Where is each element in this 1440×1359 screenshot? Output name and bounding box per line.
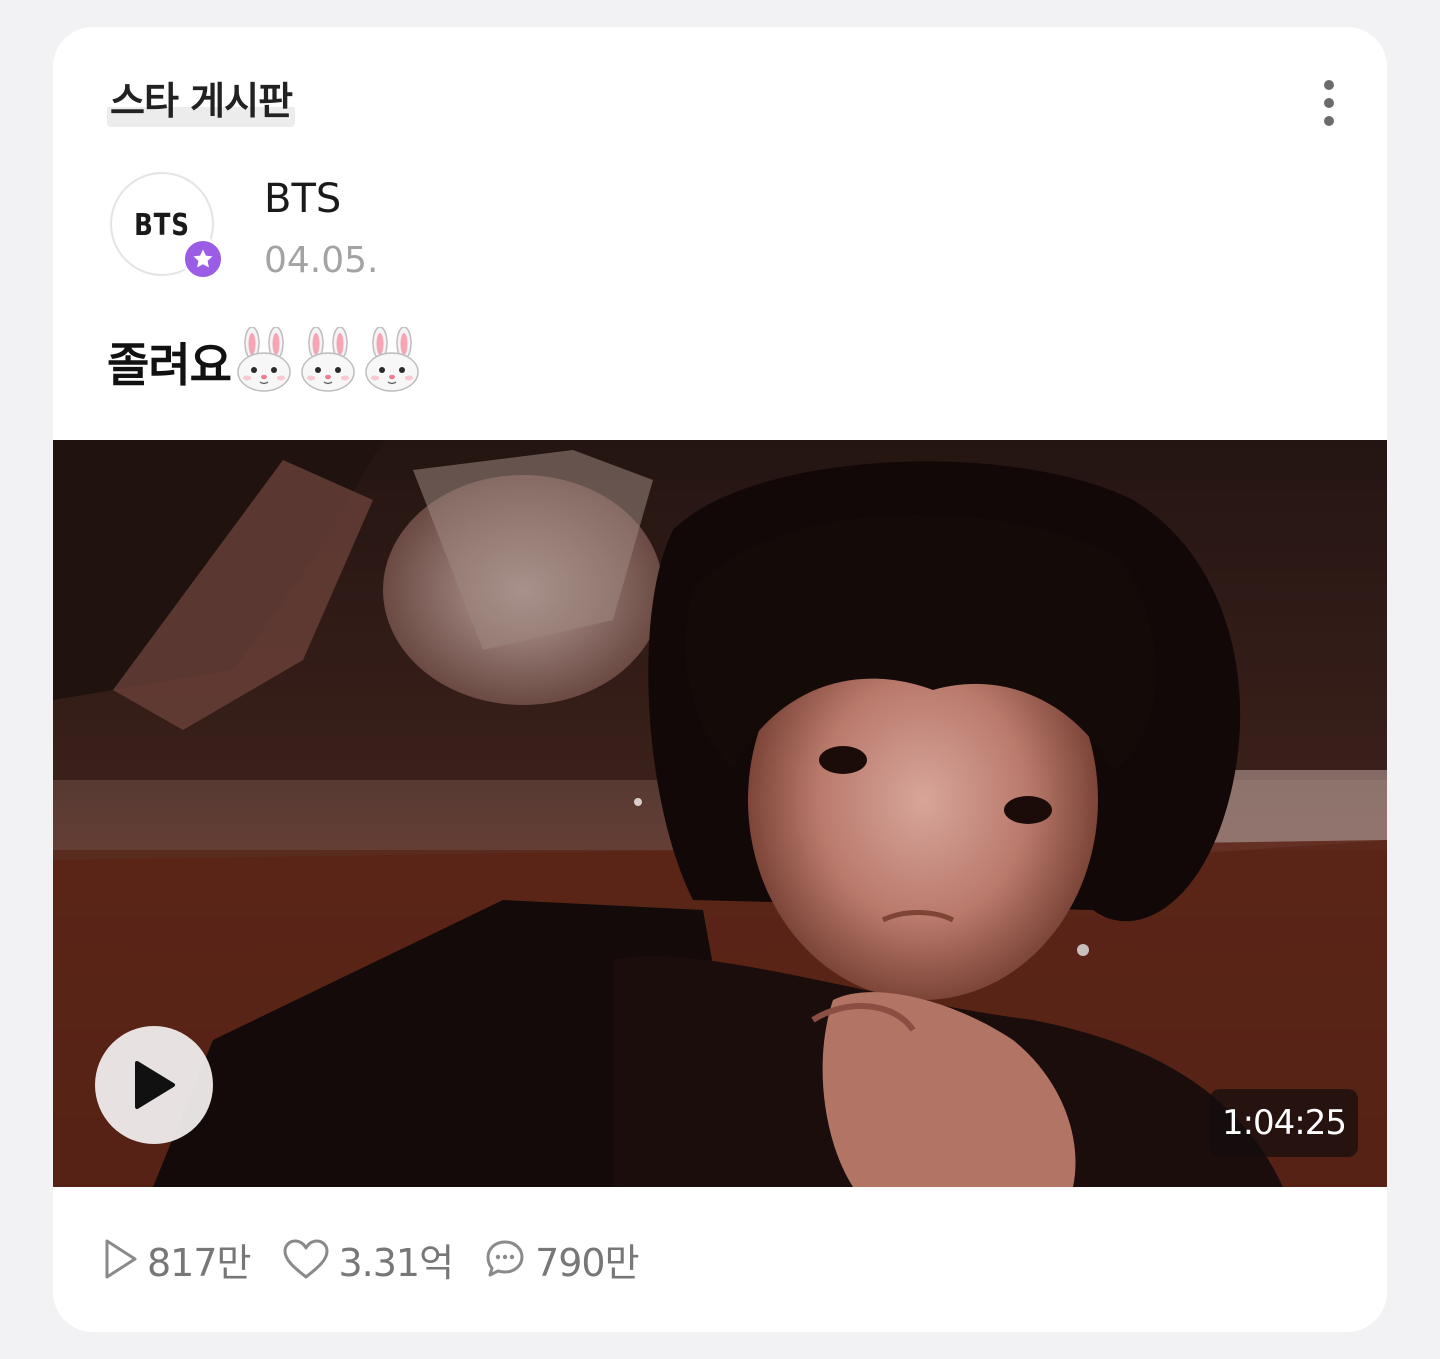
post-card: 스타 게시판 BTS BTS 04.05. 졸려요 1:04:25 817만 3… bbox=[53, 27, 1387, 1332]
post-date: 04.05. bbox=[264, 240, 379, 281]
play-outline-icon bbox=[105, 1239, 137, 1279]
rabbit-face-icon bbox=[237, 327, 291, 392]
rabbit-face-icon bbox=[365, 327, 419, 392]
play-icon bbox=[135, 1061, 175, 1109]
author-name[interactable]: BTS bbox=[264, 175, 341, 223]
comment-count-stat[interactable]: 790만 bbox=[483, 1232, 640, 1287]
comment-count: 790만 bbox=[535, 1240, 639, 1285]
more-dot-icon bbox=[1324, 98, 1334, 108]
star-icon bbox=[193, 249, 213, 268]
video-player[interactable]: 1:04:25 bbox=[53, 440, 1387, 1187]
video-thumbnail bbox=[53, 440, 1387, 1187]
star-badge bbox=[182, 238, 224, 280]
post-text: 졸려요 bbox=[107, 338, 232, 392]
post-body[interactable]: 졸려요 bbox=[107, 327, 423, 397]
like-count: 3.31억 bbox=[338, 1240, 455, 1285]
post-stats: 817만 3.31억 790만 bbox=[103, 1227, 669, 1291]
heart-icon bbox=[283, 1239, 328, 1279]
more-options-button[interactable] bbox=[1309, 75, 1349, 131]
emoji-row bbox=[231, 327, 423, 397]
avatar-logo-text: BTS bbox=[134, 207, 190, 243]
rabbit-face-icon bbox=[301, 327, 355, 392]
play-count: 817만 bbox=[147, 1240, 251, 1285]
video-duration: 1:04:25 bbox=[1210, 1089, 1358, 1157]
more-dot-icon bbox=[1324, 116, 1334, 126]
like-count-stat[interactable]: 3.31억 bbox=[281, 1232, 454, 1287]
board-title[interactable]: 스타 게시판 bbox=[107, 75, 296, 127]
play-button[interactable] bbox=[95, 1026, 213, 1144]
comment-icon bbox=[486, 1240, 524, 1277]
more-dot-icon bbox=[1324, 80, 1334, 90]
play-count-stat: 817만 bbox=[103, 1232, 251, 1287]
